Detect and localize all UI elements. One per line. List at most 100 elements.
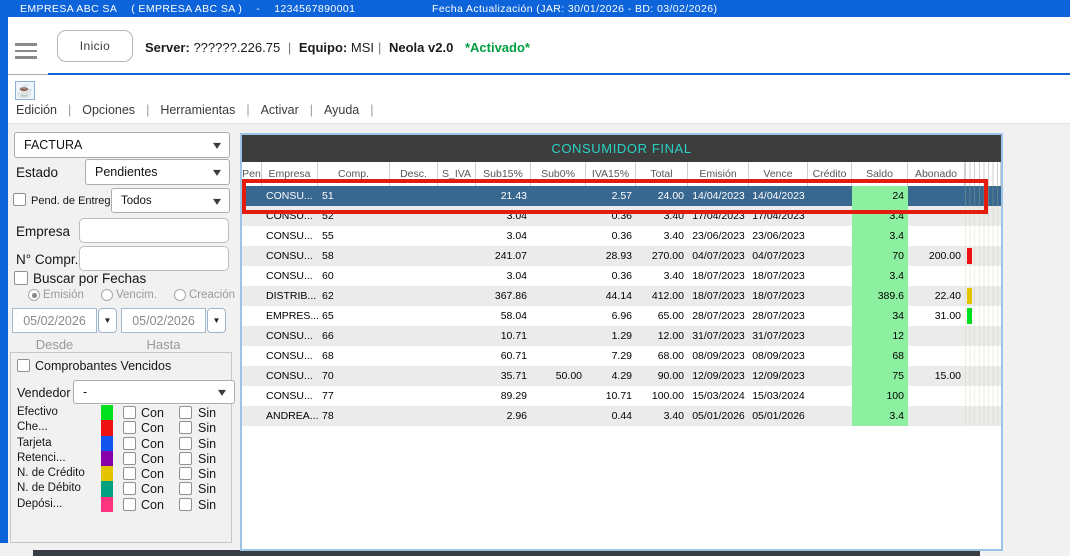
estado-select[interactable]: Pendientes <box>85 159 230 185</box>
table-row[interactable]: EMPRES...6558.046.9665.0028/07/202328/07… <box>242 306 1001 326</box>
legend-row: Che...ConSin <box>17 420 229 435</box>
cell-desc <box>390 246 438 266</box>
column-header-desc[interactable]: Desc. <box>390 162 438 186</box>
table-row[interactable]: CONSU...7035.7150.004.2990.0012/09/20231… <box>242 366 1001 386</box>
java-tray-icon[interactable]: ☕ <box>15 81 35 100</box>
estado-value: Pendientes <box>95 165 158 179</box>
cell-total: 100.00 <box>636 386 688 406</box>
cell-total: 90.00 <box>636 366 688 386</box>
table-row[interactable]: CONSU...5121.432.5724.0014/04/202314/04/… <box>242 186 1001 206</box>
legend-con-checkbox[interactable] <box>123 421 136 434</box>
legend-sin-checkbox[interactable] <box>179 421 192 434</box>
cell-vence: 23/06/2023 <box>749 226 808 246</box>
column-header-abonado[interactable]: Abonado <box>908 162 965 186</box>
menu-item-herramientas[interactable]: Herramientas <box>160 103 235 117</box>
hamburger-menu-icon[interactable] <box>15 43 37 59</box>
empresa-input[interactable] <box>79 218 229 243</box>
legend-con-label: Con <box>141 437 164 451</box>
legend-con-checkbox[interactable] <box>123 452 136 465</box>
cell-comp: 52 <box>318 206 390 226</box>
menu-item-opciones[interactable]: Opciones <box>82 103 135 117</box>
cell-extra <box>965 326 1001 346</box>
cell-emision: 31/07/2023 <box>688 326 749 346</box>
legend-con-checkbox[interactable] <box>123 406 136 419</box>
table-row[interactable]: DISTRIB...62367.8644.14412.0018/07/20231… <box>242 286 1001 306</box>
cell-s_iva <box>438 286 476 306</box>
radio-creacin[interactable] <box>174 289 186 301</box>
legend-sin-checkbox[interactable] <box>179 452 192 465</box>
cell-comp: 60 <box>318 266 390 286</box>
column-header-iva15[interactable]: IVA15% <box>586 162 636 186</box>
column-header-emision[interactable]: Emisión <box>688 162 749 186</box>
legend-sin-checkbox[interactable] <box>179 498 192 511</box>
vendedor-select[interactable]: - <box>73 380 235 404</box>
column-header-total[interactable]: Total <box>636 162 688 186</box>
cell-pen <box>242 326 262 346</box>
table-row[interactable]: CONSU...553.040.363.4023/06/202323/06/20… <box>242 226 1001 246</box>
radio-emisin[interactable] <box>28 289 40 301</box>
cell-emision: 14/04/2023 <box>688 186 749 206</box>
cell-sub0 <box>531 306 586 326</box>
cell-empresa: CONSU... <box>262 246 318 266</box>
cell-sub15: 367.86 <box>476 286 531 306</box>
date-from-field[interactable]: 05/02/2026 <box>12 308 97 333</box>
ncompr-input[interactable] <box>79 246 229 271</box>
legend-con-label: Con <box>141 452 164 466</box>
column-header-saldo[interactable]: Saldo <box>852 162 908 186</box>
legend-con-checkbox[interactable] <box>123 498 136 511</box>
cell-s_iva <box>438 406 476 426</box>
column-header-sub15[interactable]: Sub15% <box>476 162 531 186</box>
menu-item-ayuda[interactable]: Ayuda <box>324 103 359 117</box>
table-row[interactable]: ANDREA...782.960.443.4005/01/202605/01/2… <box>242 406 1001 426</box>
cell-s_iva <box>438 226 476 246</box>
cell-credito <box>808 266 852 286</box>
table-row[interactable]: CONSU...523.040.363.4017/04/202317/04/20… <box>242 206 1001 226</box>
legend-sin-checkbox[interactable] <box>179 406 192 419</box>
pend-entrega-checkbox[interactable] <box>13 193 26 206</box>
column-header-sub0[interactable]: Sub0% <box>531 162 586 186</box>
cell-sub0: 50.00 <box>531 366 586 386</box>
date-to-field[interactable]: 05/02/2026 <box>121 308 206 333</box>
table-row[interactable]: CONSU...58241.0728.93270.0004/07/202304/… <box>242 246 1001 266</box>
legend-sin-checkbox[interactable] <box>179 467 192 480</box>
legend-con-label: Con <box>141 421 164 435</box>
table-row[interactable]: CONSU...6860.717.2968.0008/09/202308/09/… <box>242 346 1001 366</box>
table-header: PenEmpresaComp.Desc.S_IVASub15%Sub0%IVA1… <box>242 162 1001 186</box>
legend-con-checkbox[interactable] <box>123 467 136 480</box>
server-separator: | <box>288 40 291 55</box>
buscar-fechas-checkbox[interactable] <box>14 271 28 285</box>
window-left-edge <box>0 17 8 543</box>
column-header-comp[interactable]: Comp. <box>318 162 390 186</box>
radio-vencim[interactable] <box>101 289 113 301</box>
table-row[interactable]: CONSU...6610.711.2912.0031/07/202331/07/… <box>242 326 1001 346</box>
legend-sin-checkbox[interactable] <box>179 482 192 495</box>
legend-row: TarjetaConSin <box>17 436 229 451</box>
cell-emision: 12/09/2023 <box>688 366 749 386</box>
tab-inicio[interactable]: Inicio <box>57 30 133 62</box>
cell-empresa: CONSU... <box>262 366 318 386</box>
legend-con-checkbox[interactable] <box>123 482 136 495</box>
cell-total: 3.40 <box>636 266 688 286</box>
cell-comp: 70 <box>318 366 390 386</box>
menu-item-activar[interactable]: Activar <box>261 103 299 117</box>
table-row[interactable]: CONSU...603.040.363.4018/07/202318/07/20… <box>242 266 1001 286</box>
column-header-vence[interactable]: Vence <box>749 162 808 186</box>
table-row[interactable]: CONSU...7789.2910.71100.0015/03/202415/0… <box>242 386 1001 406</box>
comprobantes-vencidos-checkbox[interactable] <box>17 359 30 372</box>
cell-saldo: 100 <box>852 386 908 406</box>
cell-extra <box>965 346 1001 366</box>
menu-separator: | <box>310 103 313 117</box>
doc-type-select[interactable]: FACTURA <box>14 132 230 158</box>
menu-item-edición[interactable]: Edición <box>16 103 57 117</box>
pend-entrega-select[interactable]: Todos <box>111 188 230 213</box>
legend-row: EfectivoConSin <box>17 405 229 420</box>
column-header-credito[interactable]: Crédito <box>808 162 852 186</box>
column-header-s_iva[interactable]: S_IVA <box>438 162 476 186</box>
legend-con-checkbox[interactable] <box>123 437 136 450</box>
date-to-dropdown-button[interactable]: ▼ <box>207 308 226 333</box>
date-from-dropdown-button[interactable]: ▼ <box>98 308 117 333</box>
column-header-empresa[interactable]: Empresa <box>262 162 318 186</box>
legend-sin-checkbox[interactable] <box>179 437 192 450</box>
cell-desc <box>390 286 438 306</box>
column-header-pen[interactable]: Pen <box>242 162 262 186</box>
